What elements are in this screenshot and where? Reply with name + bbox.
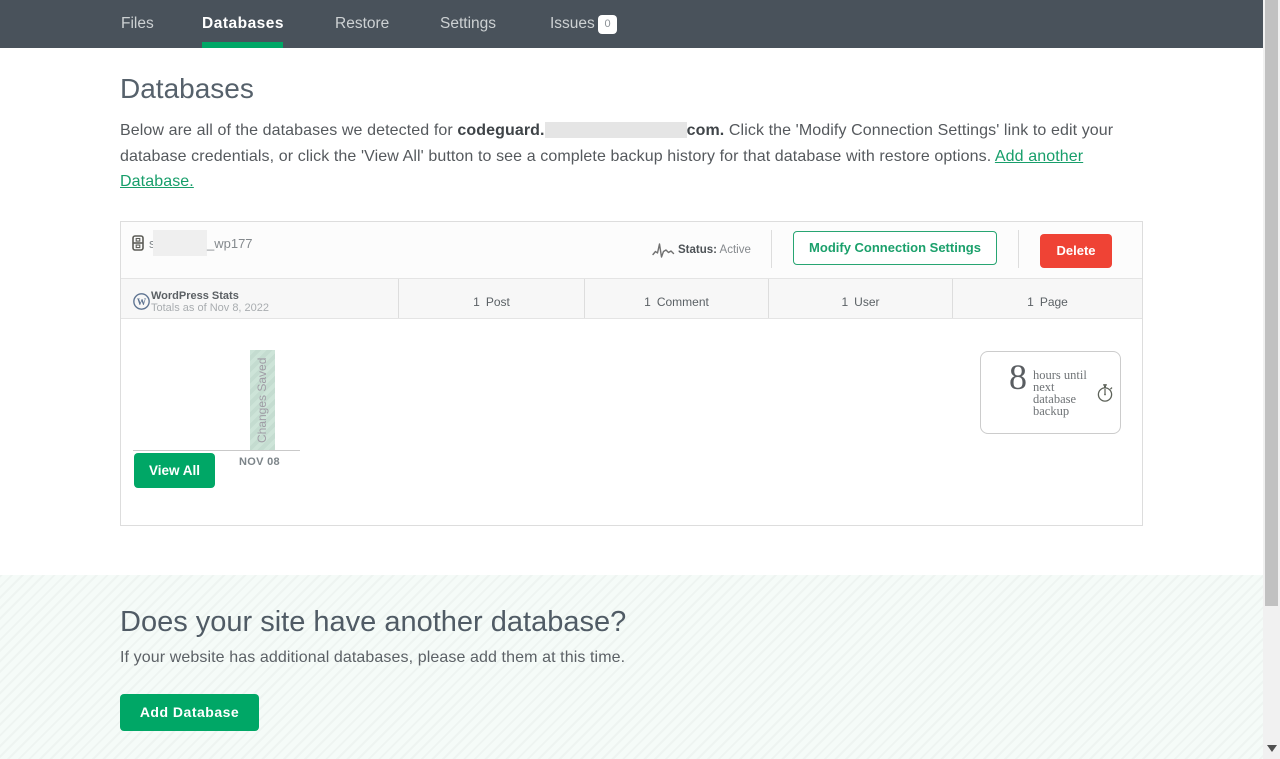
svg-text:W: W xyxy=(137,298,147,308)
